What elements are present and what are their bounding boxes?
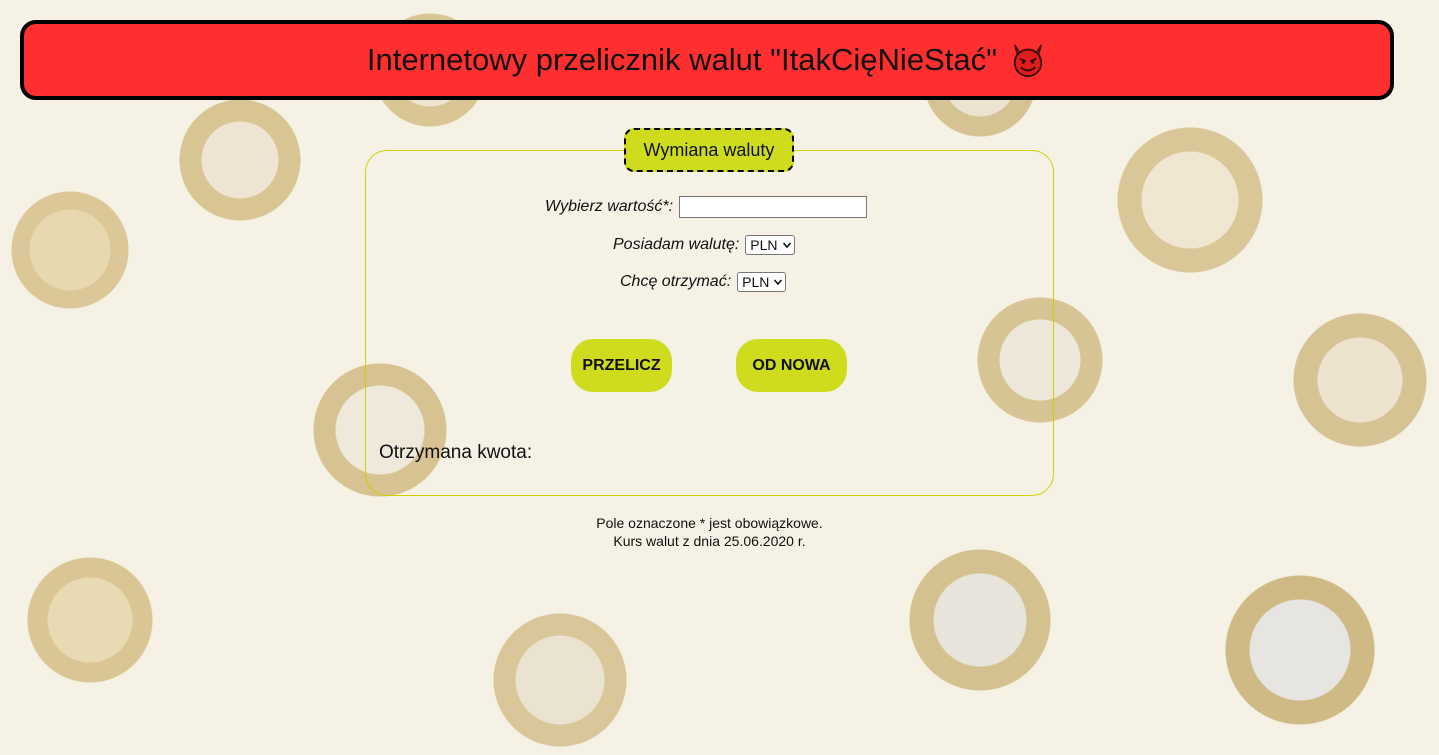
want-currency-row: Chcę otrzymać: PLN — [620, 270, 787, 294]
want-currency-label: Chcę otrzymać: — [620, 273, 732, 290]
want-currency-value: PLN — [742, 274, 770, 290]
value-row: Wybierz wartość*: — [545, 194, 868, 220]
exchange-rate-date: Kurs walut z dnia 25.06.2020 r. — [613, 533, 806, 549]
have-currency-label: Posiadam walutę: — [613, 236, 740, 253]
calculate-button[interactable]: PRZELICZ — [571, 339, 672, 392]
fieldset-legend: Wymiana waluty — [624, 128, 794, 172]
required-field-note: Pole oznaczone * jest obowiązkowe. — [596, 515, 823, 531]
want-currency-select[interactable]: PLN — [737, 272, 787, 292]
chevron-down-icon — [774, 279, 783, 286]
reset-button[interactable]: OD NOWA — [736, 339, 847, 392]
have-currency-row: Posiadam walutę: PLN — [613, 233, 795, 257]
footer: Pole oznaczone * jest obowiązkowe. Kurs … — [0, 514, 1419, 550]
page-header: Internetowy przelicznik walut "ItakCięNi… — [20, 20, 1394, 100]
have-currency-value: PLN — [750, 237, 778, 253]
have-currency-select[interactable]: PLN — [745, 235, 795, 255]
chevron-down-icon — [782, 242, 791, 249]
devil-emoji-icon — [1013, 44, 1043, 78]
value-input[interactable] — [679, 196, 868, 218]
value-label: Wybierz wartość*: — [545, 198, 674, 215]
page-title: Internetowy przelicznik walut "ItakCięNi… — [366, 42, 998, 77]
result-label: Otrzymana kwota: — [379, 442, 533, 463]
